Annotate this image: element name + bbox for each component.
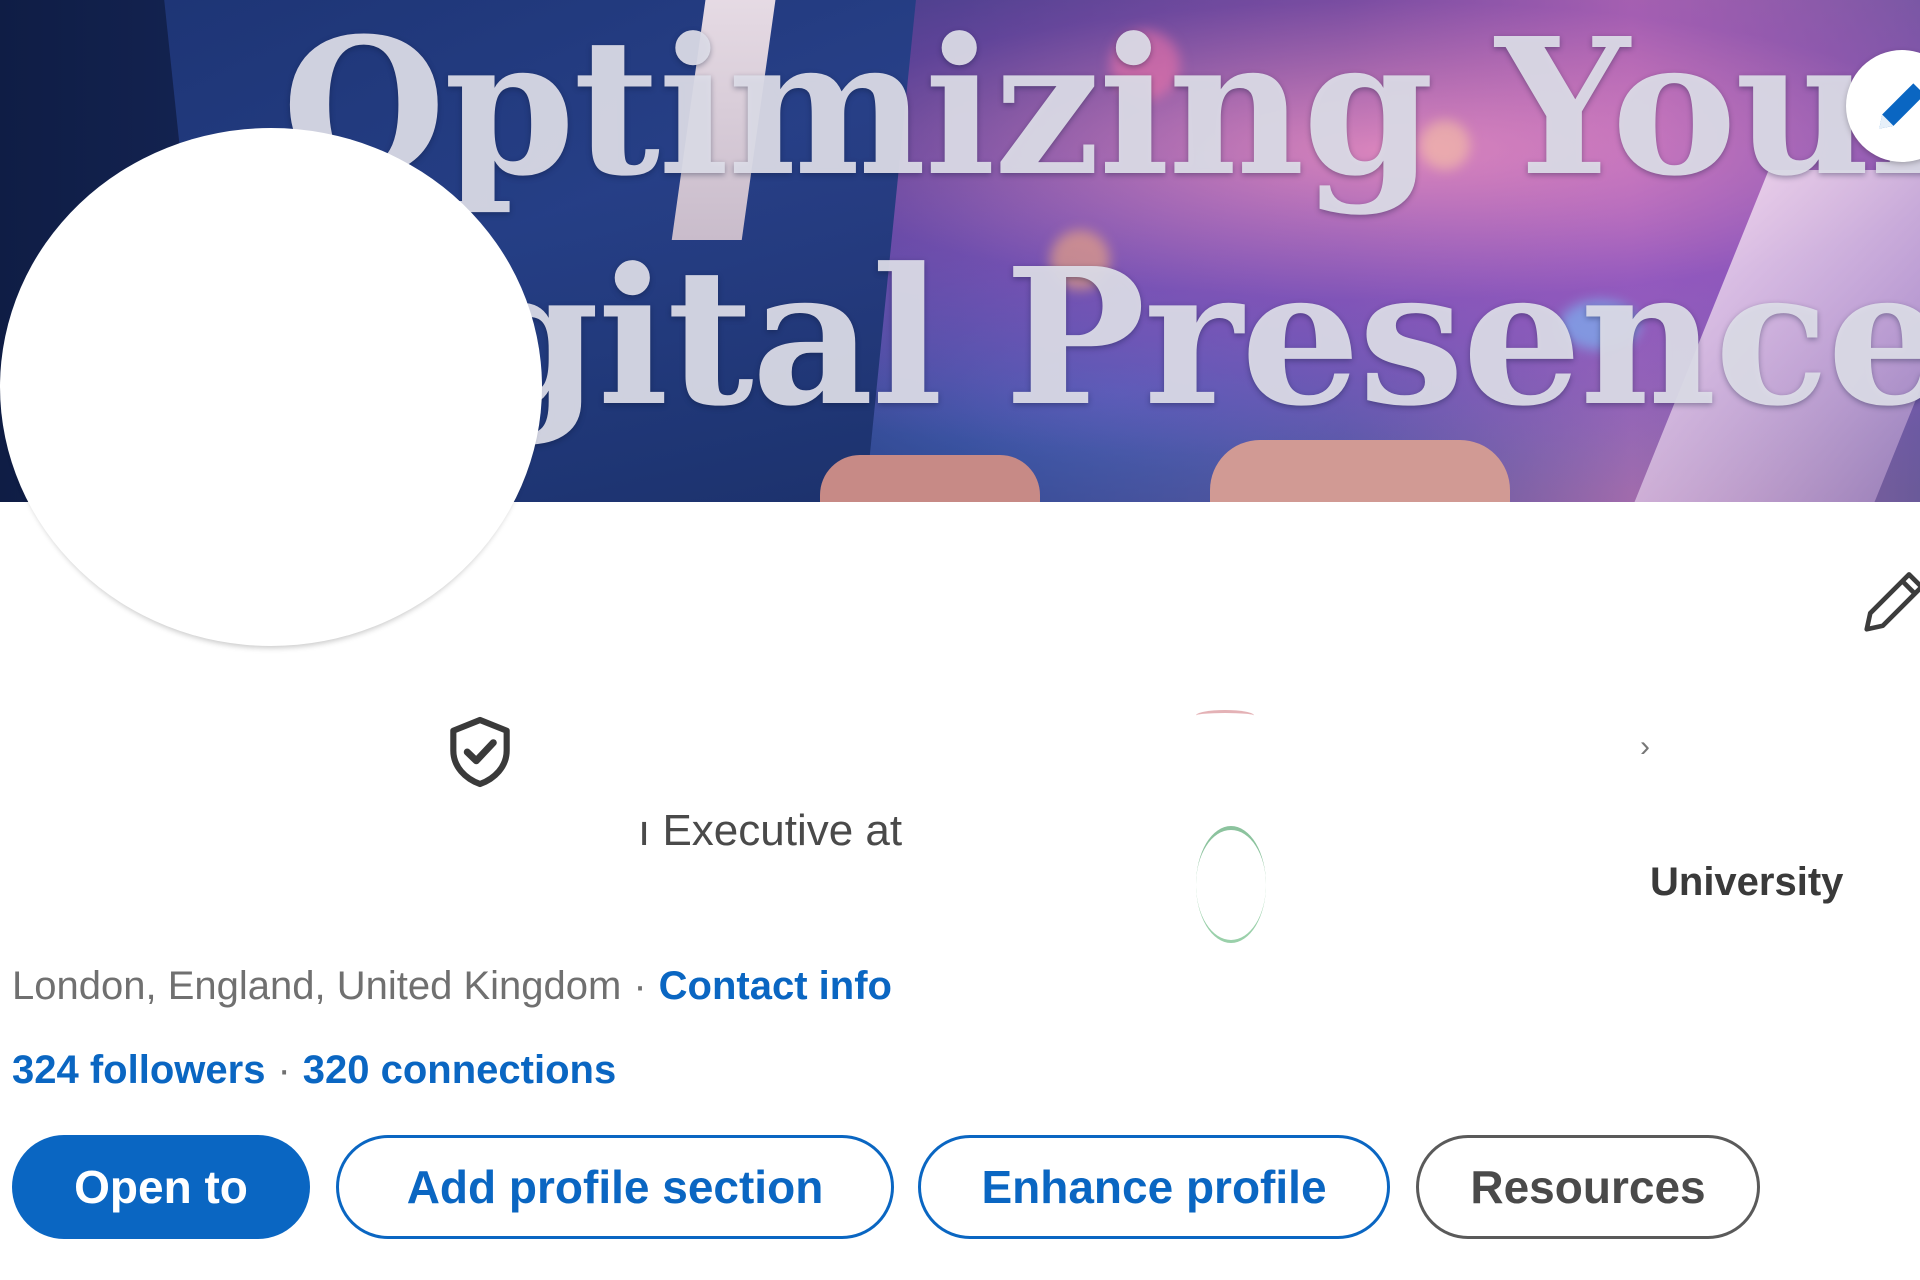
separator-dot: · [633, 964, 647, 1008]
banner-bokeh [1560, 300, 1640, 350]
education-name[interactable]: University [1650, 860, 1843, 905]
contact-info-link[interactable]: Contact info [659, 964, 892, 1008]
open-to-button[interactable]: Open to [12, 1135, 310, 1239]
banner-bokeh [1110, 30, 1180, 100]
separator-dot: · [277, 1048, 291, 1092]
location-text: London, England, United Kingdom [12, 964, 622, 1008]
followers-link[interactable]: 324 followers [12, 1048, 265, 1092]
network-stats-row: 324 followers · 320 connections [12, 1042, 616, 1098]
banner-bokeh [1420, 120, 1470, 170]
banner-hand-shape [1210, 440, 1510, 502]
banner-hand-shape [820, 455, 1040, 502]
avatar[interactable] [0, 128, 542, 646]
edit-intro-button[interactable] [1858, 568, 1920, 643]
connections-link[interactable]: 320 connections [303, 1048, 616, 1092]
company-logo[interactable] [1196, 710, 1254, 721]
education-logo[interactable] [1196, 826, 1266, 943]
banner-laptop-shape [1631, 170, 1920, 502]
location-row: London, England, United Kingdom · Contact … [12, 958, 892, 1014]
resources-button[interactable]: Resources [1416, 1135, 1760, 1239]
add-profile-section-button[interactable]: Add profile section [336, 1135, 894, 1239]
shield-check-icon [450, 716, 510, 788]
profile-headline: ı Executive at [638, 806, 903, 855]
enhance-profile-button[interactable]: Enhance profile [918, 1135, 1390, 1239]
chevron-right-icon: › [1640, 730, 1650, 763]
banner-bokeh [1050, 230, 1110, 290]
pencil-icon [1864, 572, 1920, 632]
pencil-icon [1879, 83, 1920, 129]
